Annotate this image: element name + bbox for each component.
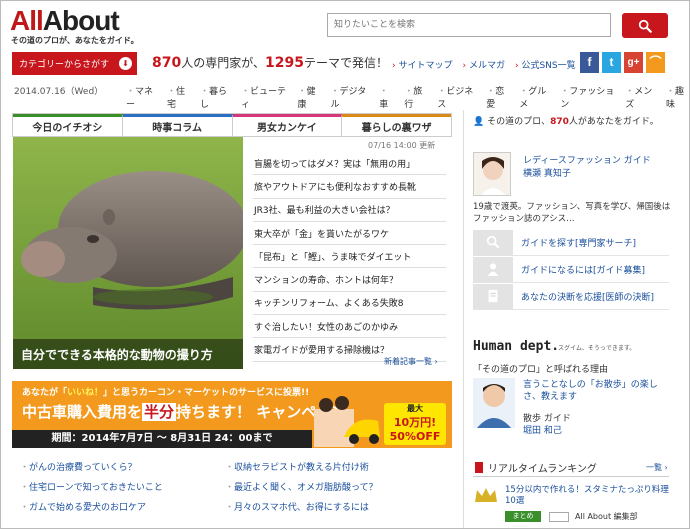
category-link[interactable]: 趣味 — [666, 84, 690, 110]
category-button-label: カテゴリーからさがす — [19, 60, 110, 70]
guide-name[interactable]: レディースファッション ガイド 横瀬 真知子 — [523, 155, 651, 181]
hippo-photo — [13, 137, 243, 369]
current-date: 2014.07.16（Wed） — [14, 87, 104, 97]
pro-avatar[interactable] — [473, 378, 515, 428]
tab-relations[interactable]: 男女カンケイ — [232, 114, 343, 136]
tab-pickup[interactable]: 今日のイチオシ — [13, 114, 123, 136]
tab-tips[interactable]: 暮らしの裏ワザ — [342, 114, 451, 136]
news-item[interactable]: JR3社、最も利益の大きい会社は？ — [253, 199, 446, 222]
article-link[interactable]: がんの治療費っていくら？ — [20, 460, 225, 473]
news-item[interactable]: 「昆布」と「鰹」、うま味でダイエット — [253, 245, 446, 269]
family-car-illustration — [314, 396, 380, 447]
category-link[interactable]: 車 — [379, 84, 395, 110]
sitemap-link[interactable]: サイトマップ — [392, 58, 452, 71]
twitter-icon[interactable]: t — [602, 52, 621, 73]
crown-icon — [475, 488, 497, 502]
site-logo[interactable]: AllAbout — [10, 5, 120, 37]
category-link[interactable]: 健康 — [297, 84, 321, 110]
category-link[interactable]: グルメ — [519, 84, 551, 110]
pro-question: 「その道のプロ」と呼ばれる理由 — [473, 365, 609, 375]
column-divider — [463, 110, 464, 528]
sns-link[interactable]: 公式SNS一覧 — [515, 58, 575, 71]
category-link[interactable]: 旅行 — [404, 84, 428, 110]
mailmag-link[interactable]: メルマガ — [462, 58, 505, 71]
search-input[interactable] — [327, 13, 611, 37]
feature-tabs: 今日のイチオシ 時事コラム 男女カンケイ 暮らしの裏ワザ — [12, 113, 452, 137]
category-link[interactable]: マネー — [126, 84, 158, 110]
article-link[interactable]: 住宅ローンで知っておきたいこと — [20, 480, 225, 493]
search-icon — [638, 19, 652, 33]
googleplus-icon[interactable]: g+ — [624, 52, 643, 73]
human-dept-title: Human dept. — [473, 339, 560, 354]
pro-article-title[interactable]: 言うことなしの「お散歩」の楽しさ、教えます — [523, 379, 673, 403]
article-link[interactable]: 最近よく聞く、オメガ脂肪酸って？ — [225, 480, 460, 493]
tagline: その道のプロが、あなたをガイド。 — [11, 36, 139, 45]
menu-become-guide[interactable]: ガイドになるには[ガイド募集] — [473, 256, 669, 283]
category-button[interactable]: カテゴリーからさがす ⬇ — [12, 52, 137, 75]
hero-caption: 自分でできる本格的な動物の撮り方 — [13, 339, 243, 369]
ranking-item[interactable]: 15分以内で作れる！スタミナたっぷり料理10選 — [505, 485, 675, 507]
category-link[interactable]: 暮らし — [200, 84, 232, 110]
ranking-checkbox[interactable] — [549, 512, 569, 522]
tab-column[interactable]: 時事コラム — [122, 114, 233, 136]
ranking-flag-icon — [475, 462, 483, 473]
article-link[interactable]: 月々のスマホ代、お得にするには — [225, 500, 460, 513]
news-item[interactable]: キッチンリフォーム、よくある失敗8 — [253, 292, 446, 316]
search-button[interactable] — [622, 13, 668, 38]
menu-find-guide[interactable]: ガイドを探す[専門家サーチ] — [473, 229, 669, 256]
banner-line1: あなたが「いいね！」と思うカーコン・マーケットのサービスに投票!! — [22, 388, 310, 398]
pro-info: 散歩 ガイド 堀田 和己 — [523, 413, 571, 437]
person-icon — [473, 256, 513, 282]
news-item[interactable]: マンションの寿命、ホントは何年？ — [253, 268, 446, 292]
category-link[interactable]: ビューティ — [241, 84, 288, 110]
news-list: 盲腸を切ってはダメ？実は「無用の用」 旅やアウトドアにも便利なおすすめ長靴 JR… — [253, 152, 446, 362]
ranking-category-badge: まとめ — [505, 511, 541, 522]
article-link[interactable]: ガムで始める愛犬のお口ケア — [20, 500, 225, 513]
news-item[interactable]: すぐ治したい！女性のあごのかゆみ — [253, 315, 446, 339]
category-link[interactable]: 住宅 — [167, 84, 191, 110]
human-dept-subtitle: スグイム、そうっできます。 — [558, 345, 636, 352]
person-icon: 👤 — [473, 117, 485, 127]
rss-icon[interactable]: ⌒ — [646, 52, 665, 73]
document-icon — [473, 283, 513, 309]
category-link[interactable]: ファッション — [560, 84, 616, 110]
top-links: サイトマップ メルマガ 公式SNS一覧 — [392, 58, 575, 71]
guide-menu: ガイドを探す[専門家サーチ] ガイドになるには[ガイド募集] あなたの決断を応援… — [473, 229, 669, 310]
social-icons: f t g+ ⌒ — [580, 52, 665, 73]
banner-period: 期間：2014年7月7日 〜 8月31日 24：00まで — [12, 430, 312, 448]
pro-name[interactable]: 堀田 和己 — [523, 425, 571, 437]
pro-role: 散歩 ガイド — [523, 414, 571, 424]
news-item[interactable]: 盲腸を切ってはダメ？実は「無用の用」 — [253, 152, 446, 176]
news-more-link[interactable]: 新着記事一覧 › — [384, 356, 438, 367]
discount-badge: 最大 10万円! 50%OFF — [384, 403, 446, 445]
ranking-title: リアルタイムランキング — [488, 464, 597, 475]
promo-text: 870人の専門家が、1295テーマで発信！ — [152, 55, 388, 71]
search-icon — [473, 229, 513, 255]
ranking-divider — [473, 476, 669, 477]
category-link[interactable]: デジタル — [330, 84, 370, 110]
bottom-links: がんの治療費っていくら？ 収納セラピストが教える片付け術 住宅ローンで知っておき… — [20, 460, 460, 513]
banner-headline: 中古車購入費用を 半分 持ちます！ キャンペーン — [22, 403, 346, 421]
category-link[interactable]: ビジネス — [437, 84, 477, 110]
news-updated: 07/16 14:00 更新 — [368, 141, 436, 150]
facebook-icon[interactable]: f — [580, 52, 599, 73]
category-link[interactable]: 恋愛 — [486, 84, 510, 110]
news-item[interactable]: 東大卒が「金」を貰いたがるワケ — [253, 222, 446, 246]
arrow-down-icon: ⬇ — [119, 57, 132, 70]
guide-avatar[interactable] — [473, 152, 511, 196]
guide-header: 👤 その道のプロ、870人があなたをガイド。 — [473, 117, 659, 127]
category-nav: マネー 住宅 暮らし ビューティ 健康 デジタル 車 旅行 ビジネス 恋愛 グル… — [126, 84, 690, 110]
guide-description: 19歳で渡英。ファッション、写真を学び、帰国後はファッション誌のアシス… — [473, 202, 671, 224]
hero-feature[interactable]: 自分でできる本格的な動物の撮り方 — [13, 137, 243, 369]
ranking-source: All About 編集部 — [575, 512, 638, 521]
campaign-banner[interactable]: あなたが「いいね！」と思うカーコン・マーケットのサービスに投票!! 中古車購入費… — [12, 381, 452, 448]
ranking-more-link[interactable]: 一覧 › — [646, 462, 668, 473]
article-link[interactable]: 収納セラピストが教える片付け術 — [225, 460, 460, 473]
menu-decision[interactable]: あなたの決断を応援[医師の決断] — [473, 283, 669, 310]
news-item[interactable]: 旅やアウトドアにも便利なおすすめ長靴 — [253, 175, 446, 199]
category-link[interactable]: メンズ — [625, 84, 657, 110]
